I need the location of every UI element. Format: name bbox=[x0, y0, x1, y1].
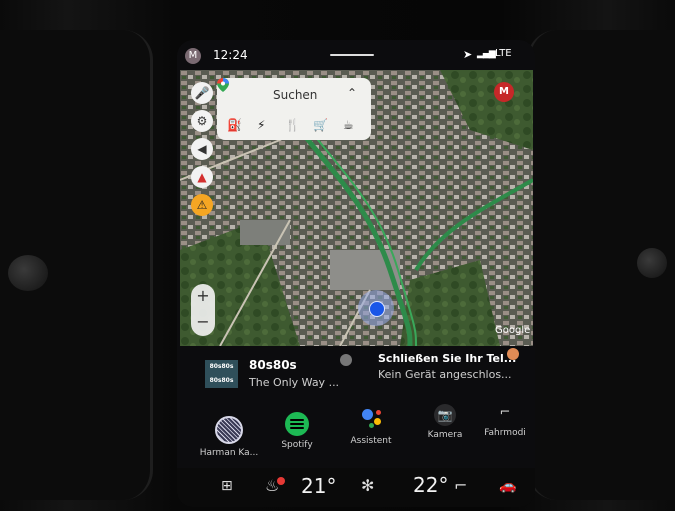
climate-bar: ⊞ ♨ 21° ✻ 22° ⌐ 🚗 bbox=[177, 468, 535, 507]
search-field[interactable]: Suchen bbox=[273, 88, 317, 102]
clock: 12:24 bbox=[213, 48, 248, 62]
current-location-marker bbox=[358, 290, 394, 326]
phone-icon bbox=[507, 348, 519, 360]
search-card: Suchen ⌃ ⛽ ⚡ 🍴 🛒 ☕ bbox=[217, 78, 371, 140]
app-harman-kardon[interactable]: Harman Ka... bbox=[199, 416, 259, 458]
navigation-arrow-icon: ➤ bbox=[463, 48, 473, 61]
passenger-temperature[interactable]: 22° bbox=[413, 473, 448, 497]
status-bar: M 12:24 ➤ ▂▄▆ LTE bbox=[177, 40, 535, 70]
microphone-icon[interactable]: 🎤 bbox=[191, 82, 213, 104]
google-assistant-icon bbox=[358, 406, 384, 432]
drive-mode-icon: ⌐ bbox=[499, 405, 511, 420]
zoom-in-button[interactable]: + bbox=[191, 284, 215, 310]
app-spotify[interactable]: Spotify bbox=[275, 412, 319, 450]
passenger-seat-icon[interactable]: ⌐ bbox=[454, 476, 467, 495]
album-art[interactable]: 80s80s 80s80s bbox=[205, 360, 238, 388]
phone-card-title[interactable]: Schließen Sie Ihr Tel... bbox=[378, 352, 516, 365]
app-grid-icon[interactable]: ⊞ bbox=[221, 478, 233, 494]
app-drive-modes[interactable]: ⌐ Fahrmodi bbox=[481, 402, 529, 438]
fuel-icon[interactable]: ⛽ bbox=[227, 118, 242, 132]
restaurant-icon[interactable]: 🍴 bbox=[285, 118, 300, 132]
settings-icon[interactable]: ⚙ bbox=[191, 110, 213, 132]
network-type: LTE bbox=[495, 48, 512, 59]
charging-icon[interactable]: ⚡ bbox=[257, 118, 265, 132]
map-view[interactable]: 🎤 ⚙ ◀ ▲ ⚠ + − Suchen ⌃ ⛽ ⚡ 🍴 🛒 ☕ M Googl… bbox=[180, 70, 533, 346]
home-indicator[interactable] bbox=[330, 54, 374, 56]
driver-temperature[interactable]: 21° bbox=[301, 474, 336, 498]
spotify-icon bbox=[285, 412, 309, 436]
shopping-cart-icon[interactable]: 🛒 bbox=[313, 118, 328, 132]
seat-heat-indicator bbox=[277, 477, 285, 485]
google-attribution: Google bbox=[495, 325, 531, 336]
radio-station[interactable]: 80s80s bbox=[249, 358, 297, 372]
signal-strength-icon: ▂▄▆ bbox=[477, 49, 496, 59]
fan-icon[interactable]: ✻ bbox=[361, 476, 374, 495]
infotainment-screen: M 12:24 ➤ ▂▄▆ LTE 🎤 ⚙ ◀ ▲ ⚠ + − Suchen ⌃… bbox=[177, 40, 535, 507]
car-settings-icon[interactable]: 🚗 bbox=[499, 478, 516, 494]
zoom-out-button[interactable]: − bbox=[191, 310, 215, 336]
app-camera[interactable]: 📷 Kamera bbox=[425, 404, 465, 440]
sound-icon[interactable]: ◀ bbox=[191, 138, 213, 160]
left-vent-knob bbox=[8, 255, 48, 291]
media-indicator-icon bbox=[340, 354, 352, 366]
report-incident-icon[interactable]: ⚠ bbox=[191, 194, 213, 216]
phone-card-subtitle[interactable]: Kein Gerät angeschlos... bbox=[378, 368, 512, 381]
app-assistant[interactable]: Assistent bbox=[347, 406, 395, 446]
chevron-up-icon[interactable]: ⌃ bbox=[347, 86, 357, 100]
user-avatar[interactable]: M bbox=[185, 48, 201, 64]
coffee-icon[interactable]: ☕ bbox=[343, 118, 354, 132]
harman-kardon-icon bbox=[215, 416, 243, 444]
song-title[interactable]: The Only Way ... bbox=[249, 376, 339, 389]
right-vent-knob bbox=[637, 248, 667, 278]
zoom-controls: + − bbox=[191, 284, 215, 336]
maps-pin-icon bbox=[217, 78, 229, 92]
map-profile-avatar[interactable]: M bbox=[494, 82, 514, 102]
camera-icon: 📷 bbox=[434, 404, 456, 426]
compass-icon[interactable]: ▲ bbox=[191, 166, 213, 188]
